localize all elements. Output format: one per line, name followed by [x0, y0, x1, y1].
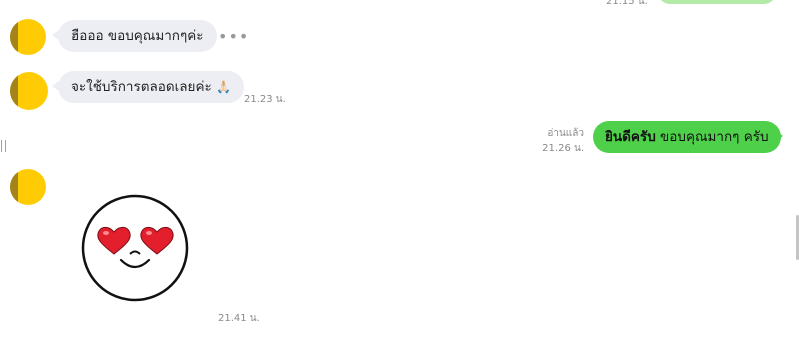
message-text: จะใช้บริการตลอดเลยค่ะ: [71, 79, 212, 95]
previous-outgoing-bubble: [658, 0, 776, 4]
praying-hands-emoji: 🙏🏻: [216, 80, 231, 94]
heart-eyes-smiley-sticker[interactable]: [81, 194, 189, 302]
incoming-message-bubble[interactable]: ฮือออ ขอบคุณมากๆค่ะ: [58, 20, 217, 52]
avatar-photo-edge: [10, 72, 18, 108]
bubble-tail: [775, 130, 783, 142]
message-text: ฮือออ ขอบคุณมากๆค่ะ: [71, 28, 204, 44]
incoming-message-bubble[interactable]: จะใช้บริการตลอดเลยค่ะ 🙏🏻: [58, 71, 244, 103]
more-options-icon[interactable]: •••: [218, 27, 249, 46]
avatar[interactable]: [10, 19, 46, 55]
avatar-photo-edge: [10, 19, 18, 55]
avatar[interactable]: [10, 169, 46, 205]
previous-message-time: 21.15 น.: [606, 0, 648, 7]
outgoing-message-bubble[interactable]: ยินดีครับ ขอบคุณมากๆ ครับ: [593, 121, 781, 153]
avatar-photo-edge: [10, 169, 18, 205]
message-text-bold: ยินดีครับ: [605, 129, 656, 145]
panel-resize-handle[interactable]: [1, 140, 6, 152]
message-text: ขอบคุณมากๆ ครับ: [655, 129, 769, 145]
message-time: 21.41 น.: [218, 313, 260, 324]
message-time: 21.23 น.: [244, 94, 286, 105]
read-receipt: อ่านแล้ว: [547, 128, 584, 139]
avatar[interactable]: [10, 72, 48, 110]
message-time: 21.26 น.: [542, 143, 584, 154]
